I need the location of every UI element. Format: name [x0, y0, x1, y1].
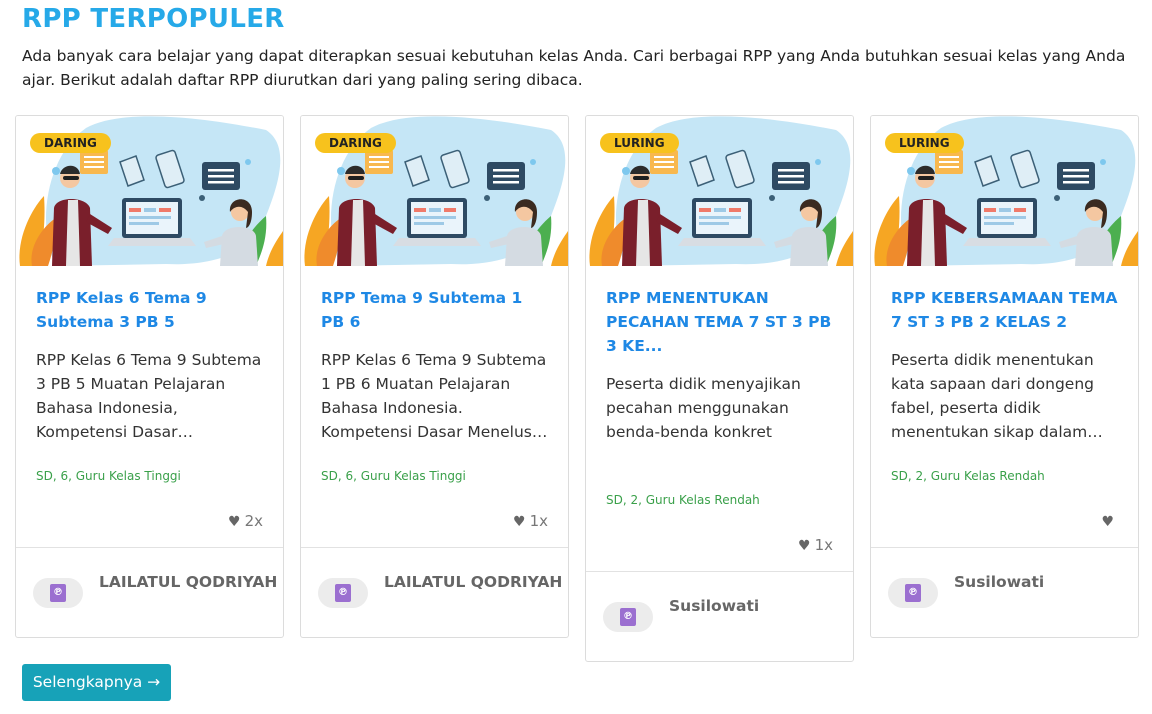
- card-title-link[interactable]: RPP MENENTUKAN PECAHAN TEMA 7 ST 3 PB 3 …: [606, 286, 833, 358]
- card-description: Peserta didik menyajikan pecahan menggun…: [606, 375, 801, 441]
- heart-icon: ♥: [513, 514, 526, 530]
- section-intro: Ada banyak cara belajar yang dapat diter…: [22, 47, 1126, 89]
- card-title-link[interactable]: RPP KEBERSAMAAN TEMA 7 ST 3 PB 2 KELAS 2: [891, 286, 1118, 334]
- author-name: LAILATUL QODRIYAH: [384, 573, 563, 591]
- pdf-download-button[interactable]: ℗: [318, 578, 368, 608]
- card-illustration[interactable]: DARING: [16, 116, 283, 266]
- pdf-file-icon: ℗: [905, 584, 921, 602]
- card-description: RPP Kelas 6 Tema 9 Subtema 3 PB 5 Muatan…: [36, 351, 262, 441]
- like-counter[interactable]: ♥: [891, 511, 1118, 531]
- see-more-button[interactable]: Selengkapnya →: [22, 664, 171, 701]
- section-title: RPP TERPOPULER: [22, 4, 285, 34]
- card-illustration[interactable]: LURING: [586, 116, 853, 266]
- heart-icon: ♥: [798, 538, 811, 554]
- mode-badge: DARING: [30, 133, 111, 153]
- card-title-link[interactable]: RPP Kelas 6 Tema 9 Subtema 3 PB 5: [36, 286, 263, 334]
- author-name: LAILATUL QODRIYAH: [99, 573, 278, 591]
- like-count: 1x: [814, 536, 833, 554]
- pdf-file-icon: ℗: [50, 584, 66, 602]
- pdf-download-button[interactable]: ℗: [888, 578, 938, 608]
- mode-badge: DARING: [315, 133, 396, 153]
- like-count: 1x: [529, 512, 548, 530]
- rpp-card[interactable]: LURING RPP KEBERSAMAAN TEMA 7 ST 3 PB 2 …: [870, 115, 1139, 638]
- pdf-download-button[interactable]: ℗: [33, 578, 83, 608]
- card-illustration[interactable]: DARING: [301, 116, 568, 266]
- mode-badge: LURING: [600, 133, 679, 153]
- pdf-download-button[interactable]: ℗: [603, 602, 653, 632]
- rpp-card[interactable]: LURING RPP MENENTUKAN PECAHAN TEMA 7 ST …: [585, 115, 854, 662]
- card-title-link[interactable]: RPP Tema 9 Subtema 1 PB 6: [321, 286, 548, 334]
- card-meta: SD, 2, Guru Kelas Rendah: [891, 469, 1045, 483]
- card-meta: SD, 2, Guru Kelas Rendah: [606, 493, 760, 507]
- like-counter[interactable]: ♥ 1x: [321, 511, 548, 531]
- pdf-file-icon: ℗: [335, 584, 351, 602]
- card-illustration[interactable]: LURING: [871, 116, 1138, 266]
- like-counter[interactable]: ♥ 1x: [606, 535, 833, 555]
- card-meta: SD, 6, Guru Kelas Tinggi: [36, 469, 181, 483]
- author-name: Susilowati: [954, 573, 1045, 591]
- rpp-card[interactable]: DARING RPP Kelas 6 Tema 9 Subtema 3 PB 5…: [15, 115, 284, 638]
- pdf-file-icon: ℗: [620, 608, 636, 626]
- card-description: RPP Kelas 6 Tema 9 Subtema 1 PB 6 Muatan…: [321, 351, 548, 441]
- card-description: Peserta didik menentukan kata sapaan dar…: [891, 351, 1103, 441]
- heart-icon: ♥: [1101, 514, 1114, 530]
- like-counter[interactable]: ♥ 2x: [36, 511, 263, 531]
- author-name: Susilowati: [669, 597, 760, 615]
- card-meta: SD, 6, Guru Kelas Tinggi: [321, 469, 466, 483]
- mode-badge: LURING: [885, 133, 964, 153]
- rpp-card[interactable]: DARING RPP Tema 9 Subtema 1 PB 6 RPP Kel…: [300, 115, 569, 638]
- heart-icon: ♥: [228, 514, 241, 530]
- like-count: 2x: [244, 512, 263, 530]
